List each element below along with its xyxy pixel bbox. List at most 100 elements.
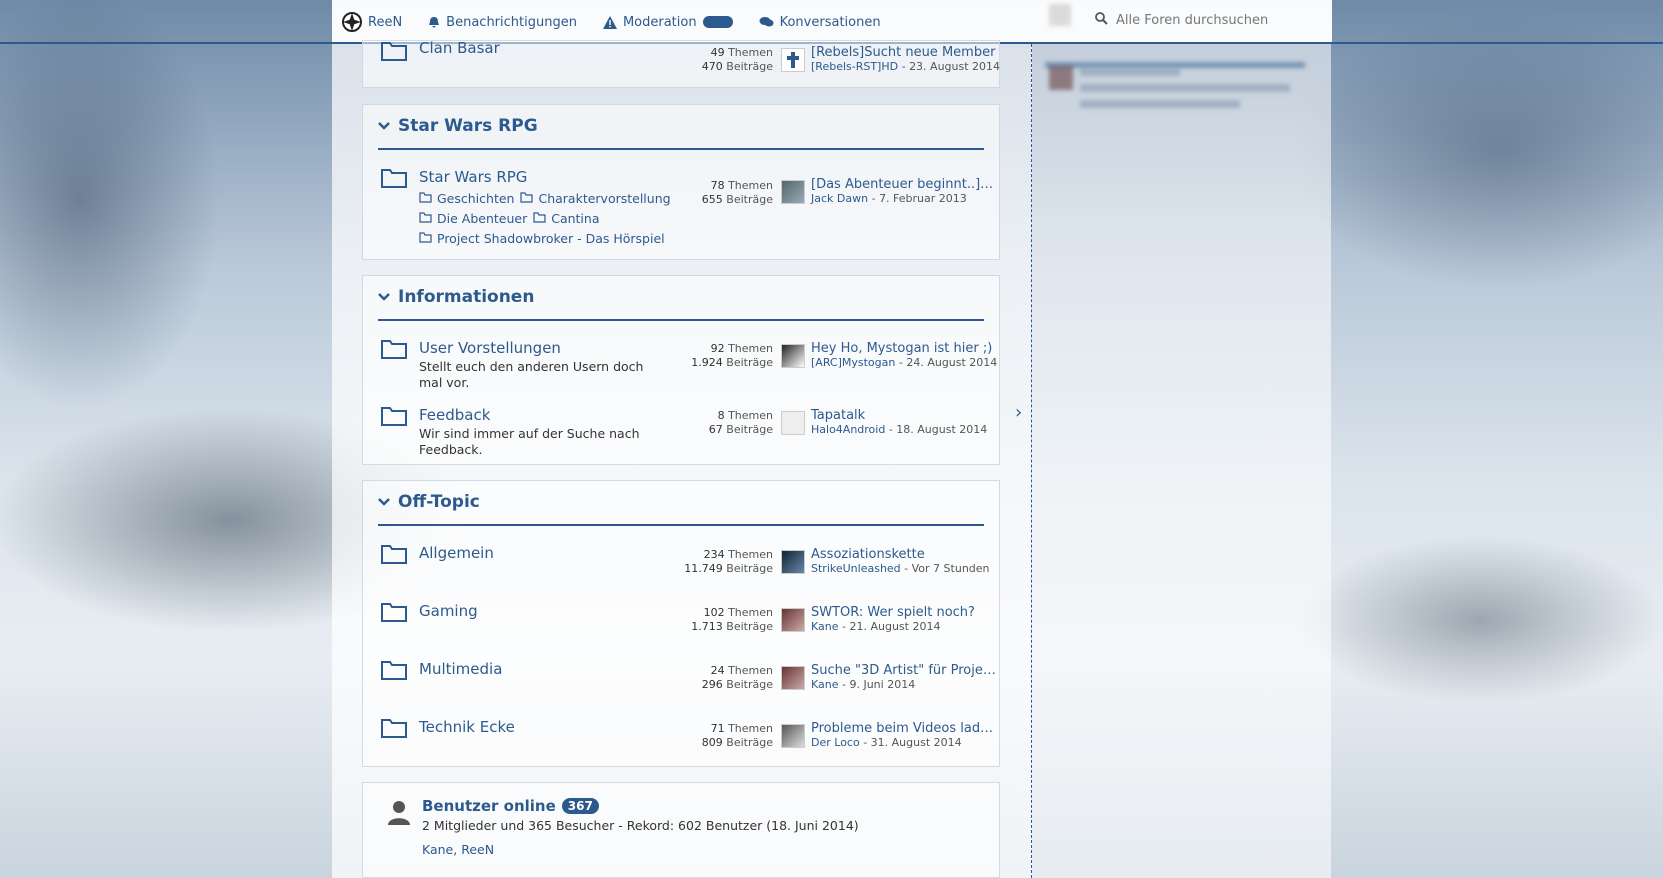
posts-label: Beiträge <box>726 736 773 749</box>
subforum-list: Die Abenteuer Cantina <box>419 211 600 226</box>
forum-title[interactable]: Technik Ecke <box>419 718 515 736</box>
category-header[interactable]: Off-Topic <box>378 492 480 512</box>
bell-icon <box>428 16 440 29</box>
last-post[interactable]: Hey Ho, Mystogan ist hier ;) [ARC]Mystog… <box>781 341 997 369</box>
last-post-date: 7. Februar 2013 <box>879 192 967 205</box>
posts-label: Beiträge <box>726 562 773 575</box>
folder-icon <box>381 406 407 429</box>
themes-label: Themen <box>728 722 773 735</box>
last-post-title[interactable]: Probleme beim Videos laden <box>811 721 996 736</box>
category-informationen: Informationen User Vorstellungen Stellt … <box>362 275 1000 465</box>
subforum-link[interactable]: Cantina <box>533 211 600 226</box>
posts-label: Beiträge <box>726 620 773 633</box>
subforum-link[interactable]: Project Shadowbroker - Das Hörspiel <box>419 231 665 246</box>
last-post-title[interactable]: Suche "3D Artist" für Projekt! <box>811 663 996 678</box>
user-menu[interactable]: ReeN <box>342 12 402 32</box>
category-off-topic: Off-Topic Allgemein 234 Themen 11.749 Be… <box>362 480 1000 767</box>
subforum-link[interactable]: Geschichten <box>419 191 514 206</box>
avatar <box>781 411 805 435</box>
forum-title[interactable]: Clan Basar <box>419 39 500 57</box>
last-post[interactable]: [Rebels]Sucht neue Member [Rebels-RST]HD… <box>781 45 1000 73</box>
last-post-user[interactable]: Jack Dawn <box>811 192 868 205</box>
folder-icon <box>381 602 407 625</box>
category-header[interactable]: Informationen <box>378 287 534 307</box>
avatar <box>781 666 805 690</box>
last-post-title[interactable]: [Rebels]Sucht neue Member <box>811 45 996 60</box>
last-post[interactable]: [Das Abenteuer beginnt..] St... Jack Daw… <box>781 177 996 205</box>
avatar <box>781 608 805 632</box>
last-post-date: 9. Juni 2014 <box>849 678 916 691</box>
last-post-user[interactable]: Der Loco <box>811 736 860 749</box>
forum-themes-count: 92 <box>710 342 725 355</box>
last-post[interactable]: Suche "3D Artist" für Projekt! Kane - 9.… <box>781 663 996 691</box>
folder-small-icon <box>533 211 546 226</box>
category-clan: Clan Basar 49 Themen 470 Beiträge [Rebel… <box>362 39 1000 88</box>
forum-stats: 92 Themen 1.924 Beiträge <box>691 342 773 370</box>
sidebar-toggle-chevron-icon[interactable]: › <box>1015 402 1022 423</box>
themes-label: Themen <box>728 179 773 192</box>
last-post-user[interactable]: Kane <box>811 678 839 691</box>
forum-posts-count: 809 <box>701 736 723 749</box>
users-online-stats: 2 Mitglieder und 365 Besucher - Rekord: … <box>422 818 859 833</box>
search-input[interactable]: Alle Foren durchsuchen <box>1116 13 1268 28</box>
last-post-title[interactable]: Tapatalk <box>811 408 996 423</box>
last-post[interactable]: Probleme beim Videos laden Der Loco - 31… <box>781 721 996 749</box>
folder-icon <box>381 168 407 191</box>
last-post[interactable]: SWTOR: Wer spielt noch? Kane - 21. Augus… <box>781 605 996 633</box>
forum-themes-count: 8 <box>717 409 725 422</box>
sidebar-blurred-text <box>1080 100 1240 108</box>
users-online-heading[interactable]: Benutzer online 367 <box>422 797 599 815</box>
posts-label: Beiträge <box>726 193 773 206</box>
forum-title[interactable]: Feedback <box>419 406 490 424</box>
notifications-label: Benachrichtigungen <box>446 14 577 30</box>
last-post-date: 31. August 2014 <box>870 736 962 749</box>
last-post-user[interactable]: [Rebels-RST]HD <box>811 60 898 73</box>
forum-themes-count: 78 <box>710 179 725 192</box>
users-online-title: Benutzer online <box>422 797 556 815</box>
last-post-date: 23. August 2014 <box>909 60 1001 73</box>
posts-label: Beiträge <box>726 60 773 73</box>
category-divider <box>378 148 984 150</box>
forum-title[interactable]: Star Wars RPG <box>419 168 527 186</box>
last-post-title[interactable]: SWTOR: Wer spielt noch? <box>811 605 996 620</box>
themes-label: Themen <box>728 409 773 422</box>
category-title: Informationen <box>398 287 535 307</box>
themes-label: Themen <box>728 342 773 355</box>
conversations-label: Konversationen <box>779 14 881 30</box>
category-header[interactable]: Star Wars RPG <box>378 116 538 136</box>
category-star-wars-rpg: Star Wars RPG Star Wars RPG Geschichten … <box>362 104 1000 260</box>
forum-stats: 24 Themen 296 Beiträge <box>702 664 773 692</box>
forum-title[interactable]: Multimedia <box>419 660 502 678</box>
last-post[interactable]: Assoziationskette StrikeUnleashed - Vor … <box>781 547 996 575</box>
last-post-user[interactable]: StrikeUnleashed <box>811 562 901 575</box>
subforum-list: Project Shadowbroker - Das Hörspiel <box>419 231 665 246</box>
category-title: Star Wars RPG <box>398 116 538 136</box>
moderation-link[interactable]: Moderation <box>602 15 733 30</box>
folder-small-icon <box>419 231 432 246</box>
sidebar-blurred-avatar <box>1049 66 1073 90</box>
chevron-down-icon <box>378 287 390 307</box>
subforum-link[interactable]: Charaktervorstellung <box>520 191 671 206</box>
search-box[interactable]: Alle Foren durchsuchen <box>1095 12 1268 29</box>
forum-title[interactable]: User Vorstellungen <box>419 339 561 357</box>
last-post[interactable]: Tapatalk Halo4Android - 18. August 2014 <box>781 408 996 436</box>
top-bar: ReeN Benachrichtigungen Moderation Konve… <box>0 0 1663 44</box>
last-post-user[interactable]: [ARC]Mystogan <box>811 356 895 369</box>
last-post-title[interactable]: Assoziationskette <box>811 547 996 562</box>
last-post-title[interactable]: Hey Ho, Mystogan ist hier ;) <box>811 341 996 356</box>
folder-icon <box>381 339 407 362</box>
forum-posts-count: 296 <box>701 678 723 691</box>
forum-title[interactable]: Allgemein <box>419 544 494 562</box>
last-post-date: 18. August 2014 <box>896 423 988 436</box>
users-online-list[interactable]: Kane, ReeN <box>422 842 494 857</box>
forum-posts-count: 11.749 <box>684 562 723 575</box>
notifications-link[interactable]: Benachrichtigungen <box>428 15 577 30</box>
folder-icon <box>381 718 407 741</box>
conversations-link[interactable]: Konversationen <box>759 15 881 30</box>
last-post-user[interactable]: Halo4Android <box>811 423 885 436</box>
last-post-title[interactable]: [Das Abenteuer beginnt..] St... <box>811 177 996 192</box>
subforum-link[interactable]: Die Abenteuer <box>419 211 527 226</box>
last-post-user[interactable]: Kane <box>811 620 839 633</box>
subforum-label: Cantina <box>551 211 600 226</box>
forum-title[interactable]: Gaming <box>419 602 478 620</box>
